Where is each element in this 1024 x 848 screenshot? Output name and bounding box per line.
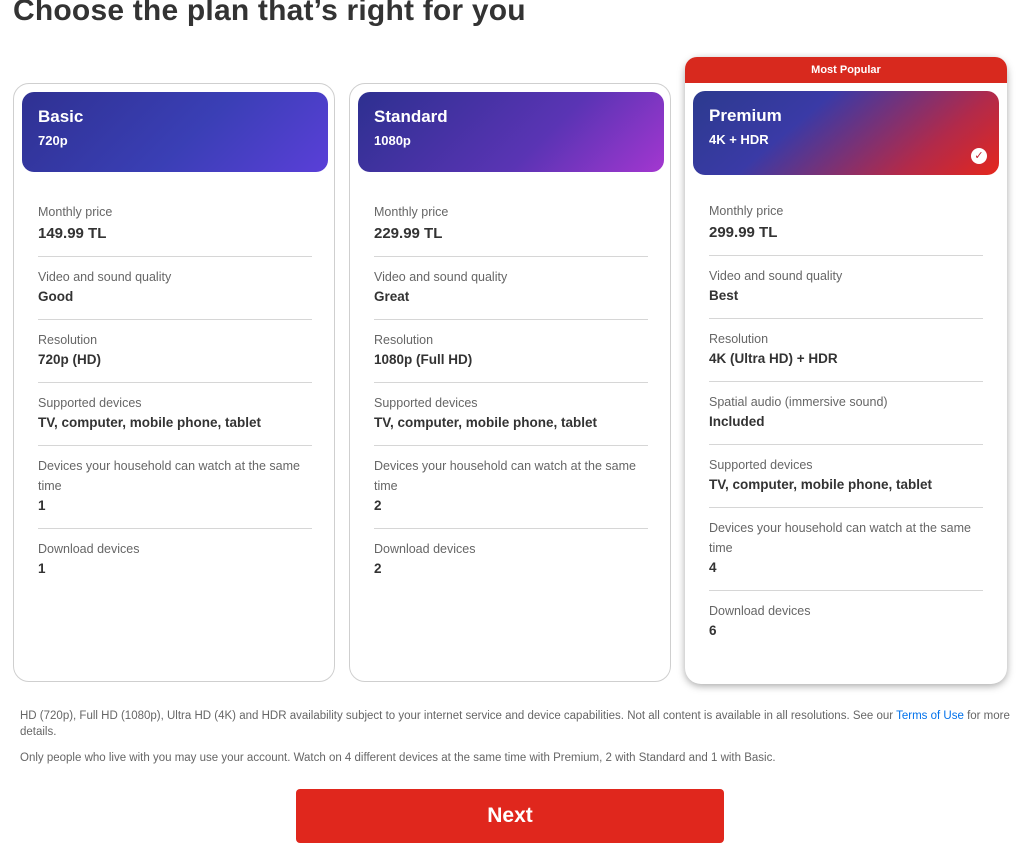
- plan-details: Monthly price 149.99 TL Video and sound q…: [38, 192, 312, 591]
- detail-value: 2: [374, 498, 382, 513]
- detail-value: 720p (HD): [38, 352, 102, 367]
- detail-row: Resolution 1080p (Full HD): [374, 320, 648, 383]
- detail-row: Devices your household can watch at the …: [38, 446, 312, 529]
- detail-label: Resolution: [38, 333, 98, 347]
- detail-value: 299.99 TL: [709, 224, 778, 241]
- detail-row: Video and sound quality Great: [374, 257, 648, 320]
- detail-label: Resolution: [374, 333, 434, 347]
- plan-header-basic: Basic 720p: [22, 92, 328, 172]
- detail-row: Video and sound quality Good: [38, 257, 312, 320]
- detail-value: Great: [374, 289, 410, 304]
- detail-value: 2: [374, 561, 382, 576]
- next-button[interactable]: Next: [296, 789, 724, 843]
- detail-value: 6: [709, 623, 717, 638]
- page-title: Choose the plan that’s right for you: [13, 0, 526, 27]
- detail-row: Spatial audio (immersive sound) Included: [709, 382, 983, 445]
- terms-of-use-link[interactable]: Terms of Use: [896, 710, 964, 722]
- detail-label: Spatial audio (immersive sound): [709, 395, 888, 409]
- detail-value: 1080p (Full HD): [374, 352, 473, 367]
- detail-value: TV, computer, mobile phone, tablet: [709, 477, 933, 492]
- availability-note-text: HD (720p), Full HD (1080p), Ultra HD (4K…: [20, 710, 897, 722]
- detail-label: Monthly price: [38, 205, 113, 219]
- plan-card-basic[interactable]: Basic 720p Monthly price 149.99 TL Video …: [13, 83, 335, 682]
- detail-row: Supported devices TV, computer, mobile ph…: [374, 383, 648, 446]
- detail-label: Video and sound quality: [709, 269, 843, 283]
- detail-label: Supported devices: [38, 396, 142, 410]
- detail-value: 229.99 TL: [374, 225, 443, 242]
- plan-resolution-tag: 1080p: [374, 133, 411, 148]
- detail-value: 1: [38, 561, 46, 576]
- detail-label: Resolution: [709, 332, 769, 346]
- detail-value: Best: [709, 288, 739, 303]
- detail-label: Download devices: [709, 604, 811, 618]
- detail-label: Devices your household can watch at the …: [38, 459, 300, 493]
- detail-value: 1: [38, 498, 46, 513]
- detail-label: Devices your household can watch at the …: [709, 521, 971, 555]
- detail-row: Devices your household can watch at the …: [374, 446, 648, 529]
- detail-row: Monthly price 229.99 TL: [374, 192, 648, 257]
- detail-label: Video and sound quality: [38, 270, 172, 284]
- detail-value: TV, computer, mobile phone, tablet: [374, 415, 598, 430]
- detail-value: 4K (Ultra HD) + HDR: [709, 351, 838, 366]
- detail-label: Download devices: [374, 542, 476, 556]
- detail-value: 149.99 TL: [38, 225, 107, 242]
- detail-value: Included: [709, 414, 765, 429]
- plan-name: Standard: [374, 107, 448, 126]
- detail-row: Download devices 6: [709, 591, 983, 653]
- plan-card-standard[interactable]: Standard 1080p Monthly price 229.99 TL Vi…: [349, 83, 671, 682]
- detail-value: TV, computer, mobile phone, tablet: [38, 415, 262, 430]
- plan-details: Monthly price 299.99 TL Video and sound q…: [709, 191, 983, 653]
- most-popular-badge: Most Popular: [685, 57, 1007, 83]
- detail-row: Video and sound quality Best: [709, 256, 983, 319]
- detail-label: Monthly price: [709, 204, 784, 218]
- plan-resolution-tag: 720p: [38, 133, 68, 148]
- plan-details: Monthly price 229.99 TL Video and sound q…: [374, 192, 648, 591]
- detail-row: Download devices 1: [38, 529, 312, 591]
- plan-name: Basic: [38, 107, 84, 126]
- household-note: Only people who live with you may use yo…: [20, 752, 776, 764]
- detail-row: Supported devices TV, computer, mobile ph…: [709, 445, 983, 508]
- detail-row: Monthly price 149.99 TL: [38, 192, 312, 257]
- detail-row: Devices your household can watch at the …: [709, 508, 983, 591]
- detail-label: Devices your household can watch at the …: [374, 459, 636, 493]
- detail-label: Supported devices: [374, 396, 478, 410]
- plan-header-standard: Standard 1080p: [358, 92, 664, 172]
- availability-note: HD (720p), Full HD (1080p), Ultra HD (4K…: [20, 708, 1010, 740]
- plan-card-premium[interactable]: Most Popular Premium 4K + HDR ✓ Monthly …: [685, 57, 1007, 684]
- detail-row: Resolution 4K (Ultra HD) + HDR: [709, 319, 983, 382]
- detail-label: Download devices: [38, 542, 140, 556]
- detail-row: Supported devices TV, computer, mobile ph…: [38, 383, 312, 446]
- plan-name: Premium: [709, 106, 782, 125]
- detail-label: Supported devices: [709, 458, 813, 472]
- detail-label: Monthly price: [374, 205, 449, 219]
- detail-row: Download devices 2: [374, 529, 648, 591]
- detail-row: Resolution 720p (HD): [38, 320, 312, 383]
- detail-value: 4: [709, 560, 717, 575]
- plan-resolution-tag: 4K + HDR: [709, 132, 769, 147]
- plan-header-premium: Premium 4K + HDR ✓: [693, 91, 999, 175]
- detail-label: Video and sound quality: [374, 270, 508, 284]
- detail-value: Good: [38, 289, 74, 304]
- detail-row: Monthly price 299.99 TL: [709, 191, 983, 256]
- check-icon: ✓: [971, 148, 987, 164]
